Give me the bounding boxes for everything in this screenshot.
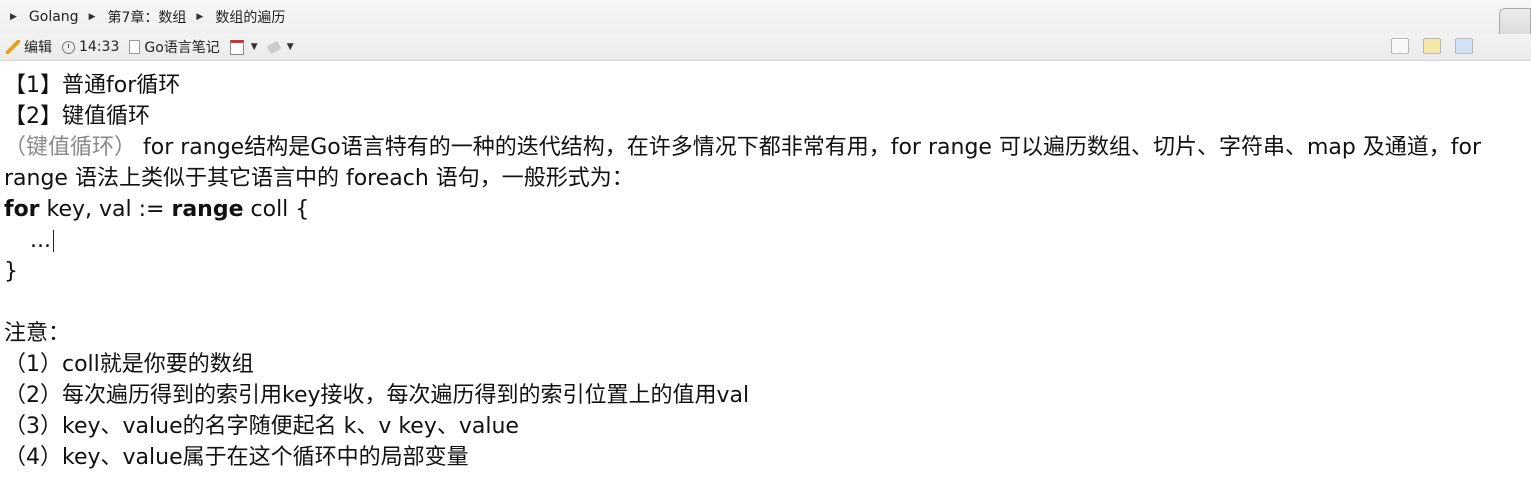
window-icon[interactable]: [1455, 38, 1473, 54]
list-item: 【2】键值循环: [4, 104, 150, 129]
breadcrumb-item-note[interactable]: ▶ 数组的遍历: [186, 7, 285, 27]
list-item: （1）coll就是你要的数组: [4, 352, 254, 377]
triangle-right-icon: ▶: [10, 12, 17, 22]
code-text: key, val :=: [39, 197, 172, 222]
breadcrumb: ▶ Golang ▶ 第7章：数组 ▶ 数组的遍历: [0, 0, 1531, 34]
note-editor[interactable]: 【1】普通for循环 【2】键值循环 （键值循环） for range结构是Go…: [4, 70, 1529, 473]
code-body: ...: [30, 228, 51, 253]
tag-icon: [266, 40, 282, 54]
tag-dropdown[interactable]: ▼: [266, 40, 294, 54]
calendar-dropdown[interactable]: ▼: [229, 39, 258, 55]
notebook-selector[interactable]: Go语言笔记: [129, 37, 220, 57]
clock-icon: [62, 40, 75, 54]
triangle-right-icon: ▶: [196, 12, 204, 22]
note-tools: [1391, 38, 1473, 54]
list-item: 【1】普通for循环: [4, 73, 181, 98]
intro-paragraph: （键值循环） for range结构是Go语言特有的一种的迭代结构，在许多情况下…: [4, 132, 1529, 194]
time-display: 14:33: [62, 39, 119, 55]
note-title: 注意：: [4, 321, 71, 346]
list-item: （4）key、value属于在这个循环中的局部变量: [4, 445, 469, 470]
note-info-bar: 编辑 14:33 Go语言笔记 ▼ ▼: [0, 34, 1531, 61]
breadcrumb-label: 数组的遍历: [215, 10, 286, 26]
highlight-icon[interactable]: [1423, 38, 1441, 54]
code-text: coll {: [243, 197, 310, 222]
chevron-down-icon: ▼: [286, 42, 294, 52]
keyword-for: for: [4, 197, 40, 222]
list-item: （2）每次遍历得到的索引用key接收，每次遍历得到的索引位置上的值用val: [4, 383, 750, 408]
keyword-range: range: [171, 197, 244, 222]
edit-button[interactable]: 编辑: [6, 37, 52, 57]
breadcrumb-label: Golang: [28, 9, 79, 25]
code-line: for key, val := range coll {: [4, 194, 1529, 225]
time-label: 14:33: [79, 39, 120, 55]
notebook-label: Go语言笔记: [144, 40, 220, 56]
triangle-right-icon: ▶: [88, 12, 96, 22]
breadcrumb-item-chapter[interactable]: ▶ 第7章：数组: [79, 7, 187, 27]
notebook-icon: [129, 40, 141, 54]
text-cursor: [52, 230, 54, 252]
code-line: }: [4, 259, 18, 284]
breadcrumb-label: 第7章：数组: [107, 10, 187, 26]
list-item: （3）key、value的名字随便起名 k、v key、value: [4, 414, 519, 439]
edit-label: 编辑: [24, 40, 52, 56]
code-line: ...: [4, 225, 1529, 256]
pencil-icon: [6, 40, 20, 54]
intro-text: for range结构是Go语言特有的一种的迭代结构，在许多情况下都非常有用，f…: [4, 135, 1482, 191]
intro-label: （键值循环）: [4, 135, 137, 160]
edit-note-icon[interactable]: [1391, 38, 1409, 54]
chevron-down-icon: ▼: [250, 42, 258, 52]
breadcrumb-item-golang[interactable]: ▶ Golang: [0, 9, 79, 25]
calendar-icon: [229, 39, 244, 55]
